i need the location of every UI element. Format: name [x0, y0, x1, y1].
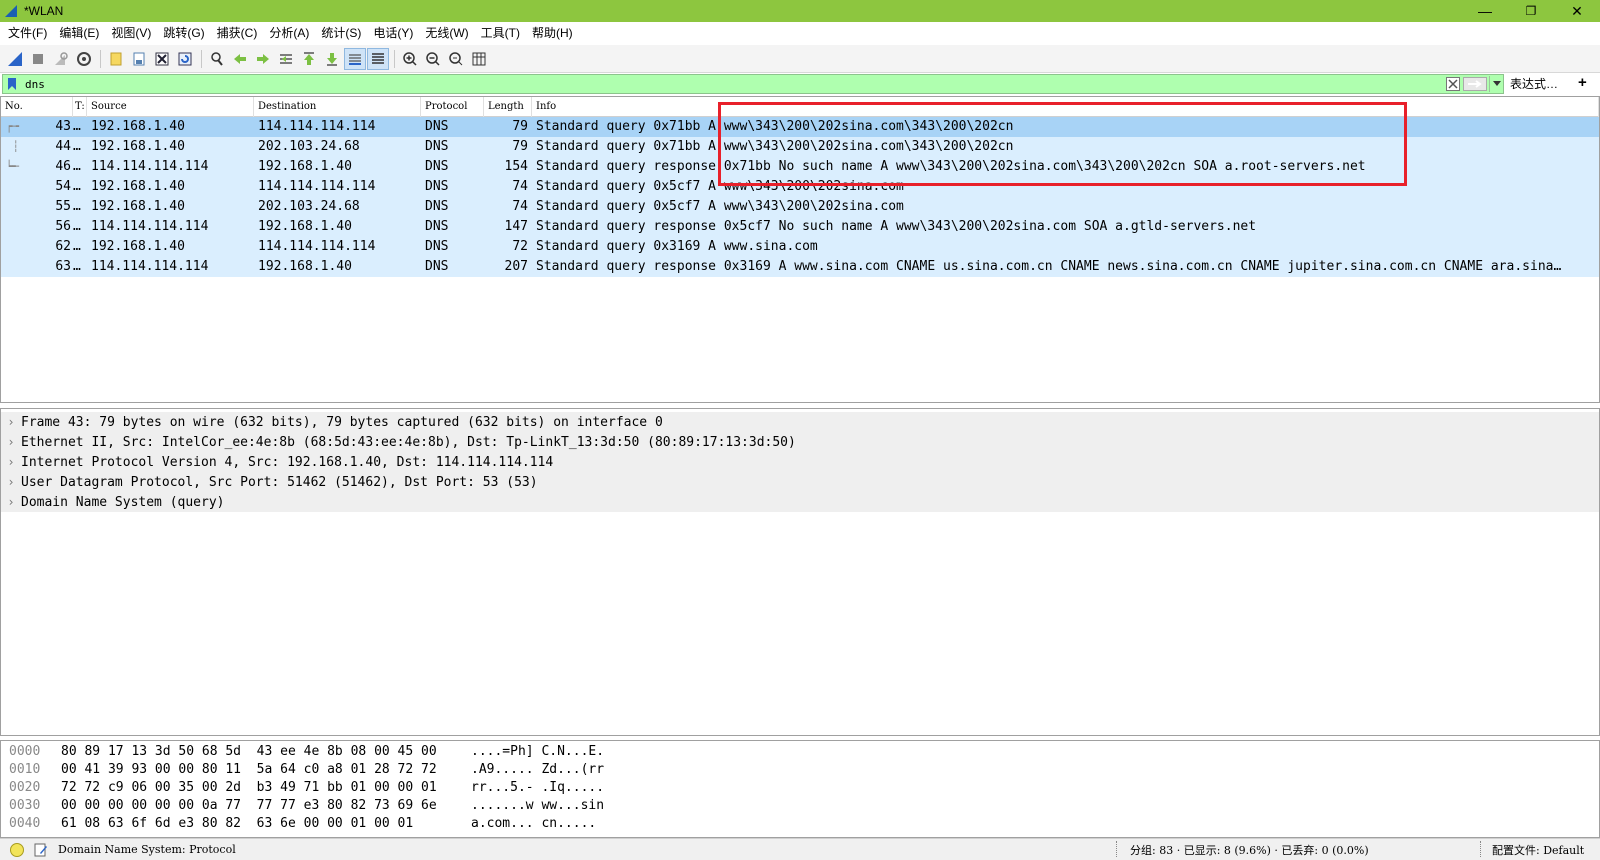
packet-row[interactable]: 55 … 192.168.1.40 202.103.24.68 DNS 74 S… [1, 197, 1599, 217]
menu-view[interactable]: 视图(V) [105, 22, 157, 44]
column-header-length[interactable]: Length [484, 97, 532, 117]
related-middle-icon: ┆ [12, 140, 19, 153]
go-to-packet-icon[interactable] [275, 48, 297, 70]
display-filter-field[interactable]: dns [2, 74, 1504, 94]
chevron-right-icon[interactable]: › [1, 475, 21, 489]
resize-columns-icon[interactable] [468, 48, 490, 70]
detail-tree-item-frame[interactable]: › Frame 43: 79 bytes on wire (632 bits), … [1, 412, 1599, 432]
toolbar-separator [100, 49, 101, 68]
menu-analyze[interactable]: 分析(A) [263, 22, 315, 44]
menu-statistics[interactable]: 统计(S) [315, 22, 367, 44]
colorize-icon[interactable] [367, 47, 389, 70]
byte-row: 0020 72 72 c9 06 00 35 00 2d b3 49 71 bb … [9, 780, 605, 795]
status-separator [1116, 841, 1117, 857]
go-forward-icon[interactable] [252, 48, 274, 70]
expression-button[interactable]: 表达式… [1510, 75, 1558, 92]
packet-row[interactable]: 63 … 114.114.114.114 192.168.1.40 DNS 20… [1, 257, 1599, 277]
chevron-down-icon[interactable] [1489, 76, 1503, 92]
zoom-out-icon[interactable] [422, 48, 444, 70]
expert-info-icon[interactable] [10, 842, 24, 857]
column-header-no[interactable]: No. [1, 97, 73, 117]
detail-tree-item-ip[interactable]: › Internet Protocol Version 4, Src: 192.1… [1, 452, 1599, 472]
display-filter-input[interactable]: dns [21, 78, 1445, 91]
close-file-icon[interactable] [151, 48, 173, 70]
status-separator [1480, 841, 1481, 857]
related-last-icon: ┕╾ [5, 160, 19, 173]
menu-edit[interactable]: 编辑(E) [53, 22, 105, 44]
packet-bytes-pane[interactable]: 0000 80 89 17 13 3d 50 68 5d 43 ee 4e 8b … [0, 740, 1600, 838]
menu-go[interactable]: 跳转(G) [157, 22, 210, 44]
annotation-highlight-box [718, 102, 1407, 186]
related-first-icon: ┍╼ [5, 120, 19, 133]
wireshark-fin-icon [5, 5, 17, 17]
capture-comment-icon[interactable] [34, 843, 48, 857]
go-first-icon[interactable] [298, 48, 320, 70]
main-toolbar [0, 45, 1600, 73]
zoom-in-icon[interactable] [399, 48, 421, 70]
toolbar-separator [201, 49, 202, 68]
stop-capture-icon[interactable] [27, 48, 49, 70]
chevron-right-icon[interactable]: › [1, 495, 21, 509]
toolbar-separator [394, 49, 395, 68]
column-header-protocol[interactable]: Protocol [421, 97, 484, 117]
menu-wireless[interactable]: 无线(W) [419, 22, 474, 44]
chevron-right-icon[interactable]: › [1, 455, 21, 469]
window-title: *WLAN [24, 4, 64, 18]
menu-file[interactable]: 文件(F) [2, 22, 53, 44]
status-profile[interactable]: 配置文件: Default [1492, 842, 1584, 858]
find-packet-icon[interactable] [206, 48, 228, 70]
clear-filter-icon[interactable] [1445, 76, 1461, 92]
add-filter-button[interactable]: + [1578, 74, 1587, 91]
byte-row: 0030 00 00 00 00 00 00 0a 77 77 77 e3 80 … [9, 798, 605, 813]
minimize-button[interactable]: — [1462, 0, 1508, 22]
maximize-button[interactable]: ❐ [1508, 0, 1554, 22]
chevron-right-icon[interactable]: › [1, 435, 21, 449]
open-file-icon[interactable] [105, 48, 127, 70]
save-file-icon[interactable] [128, 48, 150, 70]
byte-row: 0040 61 08 63 6f 6d e3 80 82 63 6e 00 00 … [9, 816, 597, 831]
menu-tools[interactable]: 工具(T) [475, 22, 526, 44]
column-header-destination[interactable]: Destination [254, 97, 421, 117]
auto-scroll-icon[interactable] [344, 47, 366, 70]
reload-file-icon[interactable] [174, 48, 196, 70]
title-bar: *WLAN [0, 0, 1600, 22]
packet-row[interactable]: 62 … 192.168.1.40 114.114.114.114 DNS 72… [1, 237, 1599, 257]
detail-tree-item-ethernet[interactable]: › Ethernet II, Src: IntelCor_ee:4e:8b (68… [1, 432, 1599, 452]
go-last-icon[interactable] [321, 48, 343, 70]
status-bar: Domain Name System: Protocol 分组: 83 · 已显… [0, 838, 1600, 860]
menu-telephony[interactable]: 电话(Y) [367, 22, 419, 44]
display-filter-bar: dns 表达式… + [0, 74, 1600, 94]
menu-capture[interactable]: 捕获(C) [211, 22, 264, 44]
go-back-icon[interactable] [229, 48, 251, 70]
status-packet-stats: 分组: 83 · 已显示: 8 (9.6%) · 已丢弃: 0 (0.0%) [1130, 844, 1369, 857]
byte-row: 0010 00 41 39 93 00 00 80 11 5a 64 c0 a8 … [9, 762, 605, 777]
byte-row: 0000 80 89 17 13 3d 50 68 5d 43 ee 4e 8b … [9, 744, 605, 759]
packet-details-pane: › Frame 43: 79 bytes on wire (632 bits), … [0, 408, 1600, 736]
close-button[interactable]: ✕ [1554, 0, 1600, 22]
detail-tree-item-udp[interactable]: › User Datagram Protocol, Src Port: 51462… [1, 472, 1599, 492]
restart-capture-icon[interactable] [50, 48, 72, 70]
menu-bar: 文件(F) 编辑(E) 视图(V) 跳转(G) 捕获(C) 分析(A) 统计(S… [0, 22, 1600, 44]
detail-tree-item-dns[interactable]: › Domain Name System (query) [1, 492, 1599, 512]
column-header-time[interactable]: T: [73, 97, 87, 117]
column-header-source[interactable]: Source [87, 97, 254, 117]
zoom-normal-icon[interactable] [445, 48, 467, 70]
apply-filter-icon[interactable] [1463, 77, 1487, 91]
start-capture-icon[interactable] [4, 48, 26, 70]
packet-row[interactable]: 56 … 114.114.114.114 192.168.1.40 DNS 14… [1, 217, 1599, 237]
bookmark-icon[interactable] [3, 75, 21, 93]
menu-help[interactable]: 帮助(H) [526, 22, 579, 44]
capture-options-icon[interactable] [73, 48, 95, 70]
status-field-text: Domain Name System: Protocol [58, 843, 236, 856]
chevron-right-icon[interactable]: › [1, 415, 21, 429]
